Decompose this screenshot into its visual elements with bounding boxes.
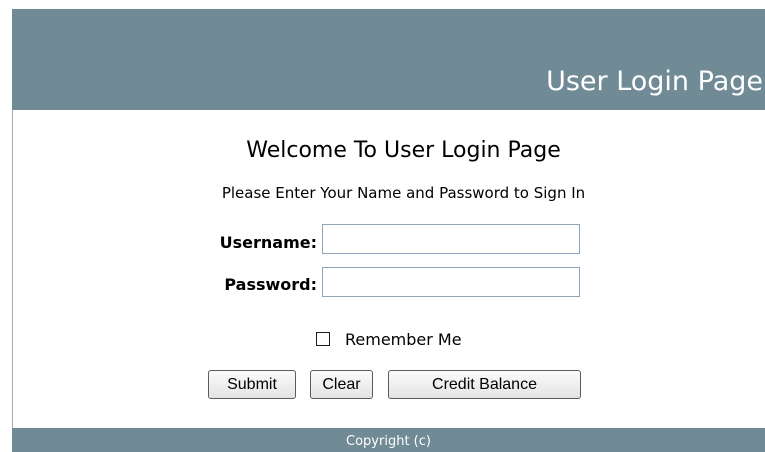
- submit-button[interactable]: Submit: [208, 370, 296, 399]
- sign-in-instructions: Please Enter Your Name and Password to S…: [221, 184, 586, 202]
- username-input[interactable]: [322, 224, 580, 254]
- password-input[interactable]: [322, 267, 580, 297]
- remember-me-label[interactable]: Remember Me: [345, 330, 462, 349]
- remember-me-row: Remember Me: [316, 329, 462, 349]
- header-bar: User Login Page: [12, 9, 765, 110]
- footer-bar: Copyright (c): [12, 428, 765, 452]
- username-label: Username:: [219, 233, 317, 252]
- password-label: Password:: [224, 275, 317, 294]
- copyright-text: Copyright (c): [346, 434, 431, 449]
- header-title: User Login Page: [546, 66, 763, 97]
- clear-button[interactable]: Clear: [310, 370, 373, 399]
- welcome-heading: Welcome To User Login Page: [246, 138, 561, 163]
- remember-me-checkbox[interactable]: [316, 332, 330, 346]
- credit-balance-button[interactable]: Credit Balance: [388, 370, 581, 399]
- login-page: User Login Page Welcome To User Login Pa…: [12, 9, 765, 452]
